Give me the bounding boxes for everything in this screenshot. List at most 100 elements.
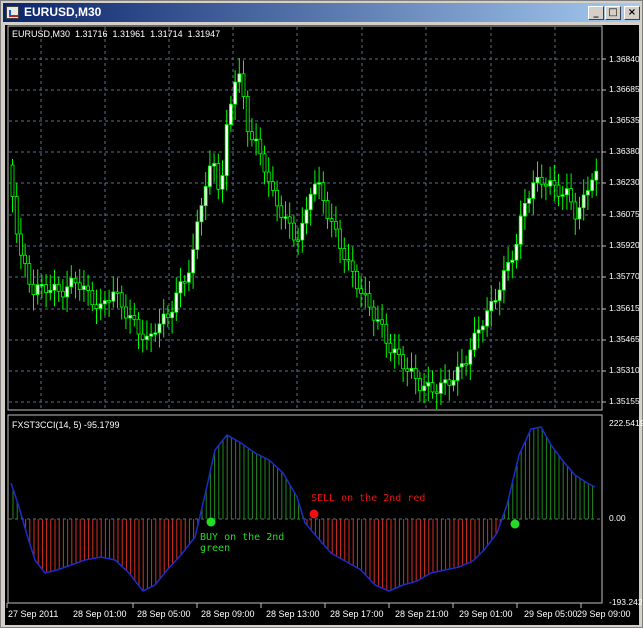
- candle-body: [455, 366, 460, 381]
- candle-body: [203, 186, 208, 207]
- candle-body: [44, 284, 48, 293]
- candle-body: [266, 171, 271, 183]
- window-title: EURUSD,M30: [24, 5, 102, 19]
- candle-body: [212, 163, 217, 167]
- candle-body: [107, 300, 111, 303]
- candle-body: [514, 243, 519, 261]
- candle-body: [249, 131, 254, 141]
- candle-body: [18, 233, 23, 256]
- price-label: 1.36380: [609, 146, 640, 156]
- candle-body: [35, 284, 40, 295]
- candle-body: [283, 216, 288, 219]
- candle-body: [98, 303, 103, 309]
- candle-body: [392, 348, 397, 354]
- candle-body: [569, 188, 573, 203]
- chart-header: EURUSD,M30 1.31716 1.31961 1.31714 1.319…: [12, 29, 221, 39]
- candle-body: [472, 332, 477, 351]
- indicator-axis-label: 222.5419: [609, 418, 643, 428]
- time-label: 28 Sep 01:00: [73, 609, 127, 619]
- candle-body: [493, 300, 498, 303]
- candle-body: [296, 239, 301, 242]
- time-label: 28 Sep 13:00: [266, 609, 320, 619]
- candle-body: [586, 190, 590, 196]
- chart-window-icon[interactable]: [6, 6, 19, 19]
- time-label: 29 Sep 05:00: [524, 609, 578, 619]
- maximize-button[interactable]: □: [605, 6, 621, 20]
- candle-body: [417, 378, 422, 392]
- chart-canvas[interactable]: EURUSD,M30 1.31716 1.31961 1.31714 1.319…: [5, 25, 643, 625]
- candle-body: [518, 215, 523, 245]
- minimize-button[interactable]: _: [588, 6, 604, 20]
- time-label: 27 Sep 2011: [8, 609, 59, 619]
- candle-body: [165, 313, 170, 319]
- candle-body: [523, 202, 527, 217]
- candle-body: [94, 304, 99, 309]
- candle-body: [119, 292, 124, 308]
- candle-body: [380, 319, 385, 325]
- candle-body: [544, 183, 548, 187]
- candle-body: [52, 283, 57, 291]
- candle-body: [73, 277, 78, 284]
- candle-body: [14, 196, 19, 235]
- candle-body: [174, 292, 179, 313]
- candle-body: [149, 333, 154, 337]
- time-label: 28 Sep 05:00: [137, 609, 191, 619]
- candle-body: [426, 382, 431, 387]
- candle-body: [346, 259, 351, 262]
- candle-body: [594, 170, 599, 181]
- candle-body: [241, 73, 246, 97]
- candle-body: [199, 205, 204, 223]
- candle-body: [333, 221, 338, 230]
- candle-body: [539, 176, 544, 185]
- candle-body: [61, 290, 65, 298]
- candle-body: [560, 194, 565, 197]
- buy-signal-dot: [510, 519, 520, 529]
- candle-body: [48, 289, 53, 293]
- buy-annotation: BUY on the 2nd green: [200, 532, 285, 554]
- candle-body: [128, 315, 132, 319]
- candle-body: [27, 263, 32, 285]
- candle-body: [510, 259, 515, 263]
- price-label: 1.35770: [609, 271, 640, 281]
- candle-body: [86, 285, 90, 291]
- indicator-header: FXST3CCI(14, 5) -95.1799: [12, 420, 120, 430]
- price-label: 1.36685: [609, 84, 640, 94]
- candle-body: [258, 138, 263, 155]
- candle-body: [447, 379, 452, 386]
- candle-body: [443, 379, 448, 384]
- buy-signal-dot: [206, 517, 216, 527]
- close-button[interactable]: ×: [624, 6, 640, 20]
- candle-body: [233, 81, 238, 105]
- chart-window: EURUSD,M30 _ □ × EURUSD,M30 1.31716 1.31…: [0, 0, 643, 628]
- candle-body: [476, 329, 481, 334]
- candle-body: [375, 319, 380, 322]
- candle-body: [115, 291, 120, 294]
- candle-body: [527, 198, 531, 204]
- candle-body: [191, 249, 196, 274]
- candle-body: [451, 380, 456, 386]
- candle-body: [338, 228, 343, 249]
- candle-body: [228, 103, 233, 125]
- title-bar[interactable]: EURUSD,M30 _ □ ×: [3, 3, 640, 22]
- candle-body: [237, 73, 242, 83]
- candle-body: [65, 286, 69, 298]
- candle-body: [434, 391, 439, 394]
- candle-body: [312, 183, 317, 195]
- time-label: 28 Sep 09:00: [201, 609, 255, 619]
- candle-body: [224, 124, 229, 176]
- sell-annotation: SELL on the 2nd red: [311, 493, 426, 504]
- candle-body: [329, 218, 334, 222]
- candle-body: [371, 306, 376, 321]
- candle-body: [531, 182, 536, 199]
- candle-body: [161, 313, 166, 325]
- candle-body: [581, 194, 586, 209]
- candle-body: [144, 335, 149, 340]
- candle-body: [401, 354, 406, 370]
- candle-body: [359, 288, 364, 294]
- candle-body: [317, 182, 322, 185]
- price-chart-svg[interactable]: [5, 25, 639, 625]
- candle-body: [69, 277, 74, 288]
- candle-body: [308, 193, 313, 211]
- time-label: 29 Sep 01:00: [459, 609, 513, 619]
- candle-body: [325, 200, 330, 220]
